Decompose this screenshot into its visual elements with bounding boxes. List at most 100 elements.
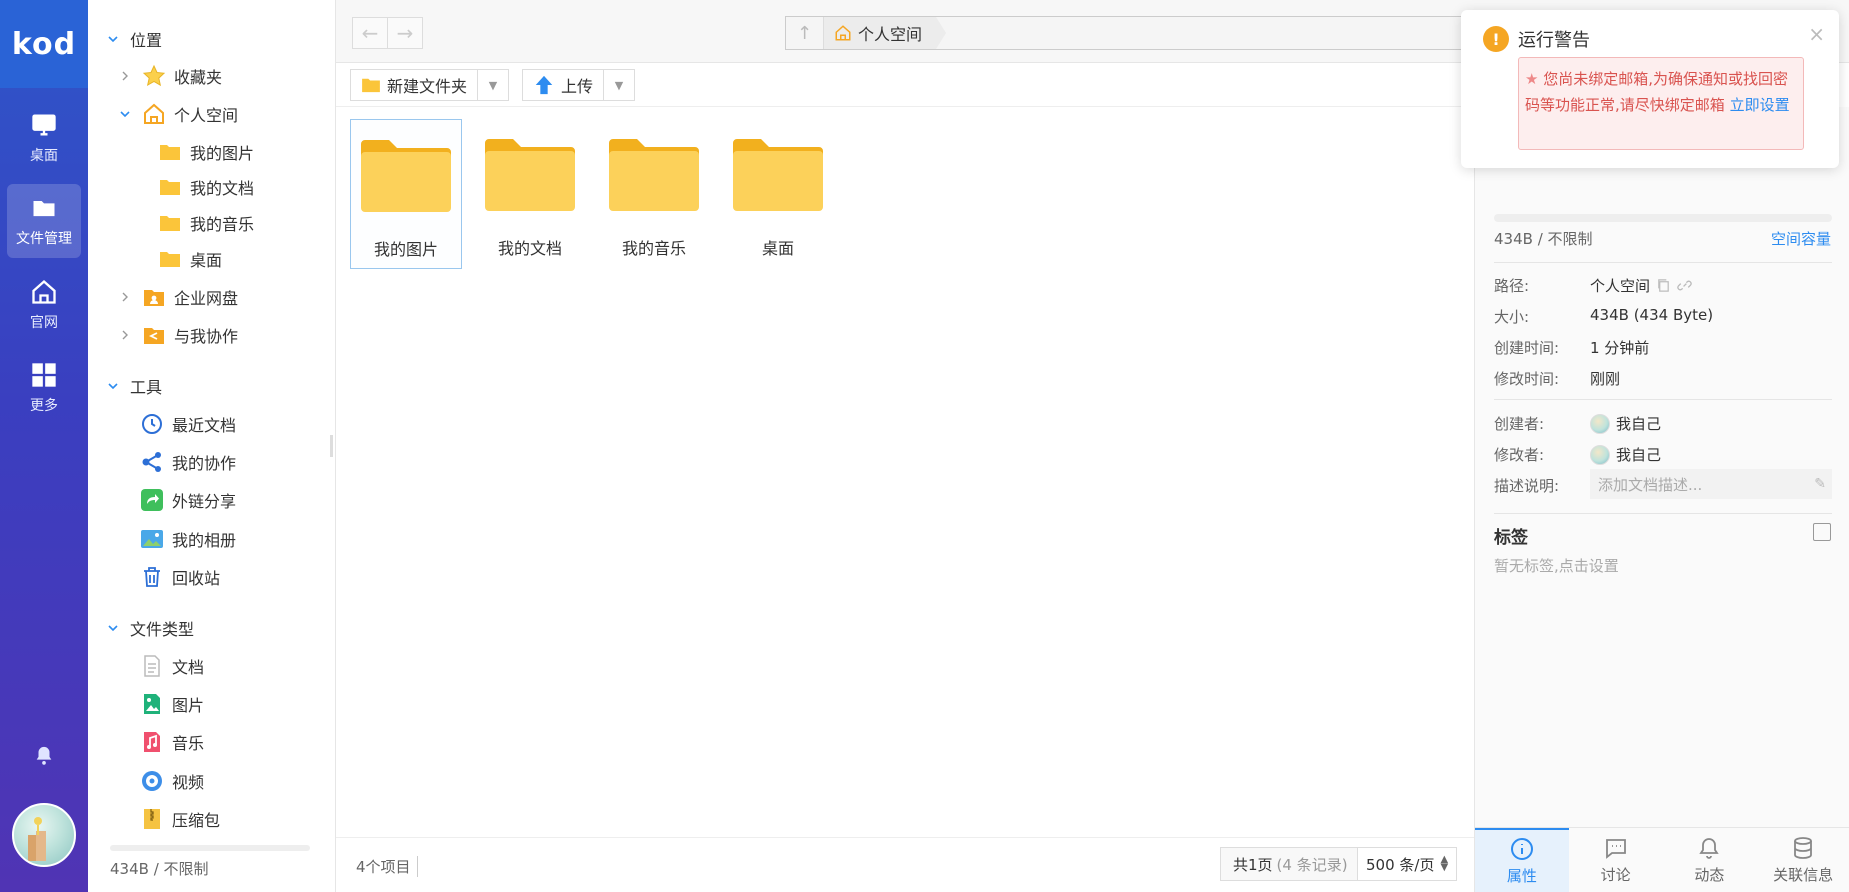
section-header-file-types[interactable]: 文件类型 [106, 612, 194, 644]
upload-button[interactable]: 上传 [523, 70, 605, 100]
tree-item-recent[interactable]: 最近文档 [140, 408, 236, 440]
description-input[interactable]: 添加文档描述... ✎ [1590, 469, 1832, 499]
pagination[interactable]: 共1页 (4 条记录) [1220, 847, 1361, 881]
prop-value[interactable]: 个人空间 [1590, 275, 1650, 296]
tree-item-my-pictures[interactable]: 我的图片 [158, 136, 254, 168]
page-total: 共1页 [1233, 855, 1273, 874]
section-header-location[interactable]: 位置 [106, 23, 162, 55]
tab-properties[interactable]: 属性 [1475, 828, 1569, 892]
section-header-tools[interactable]: 工具 [106, 370, 162, 402]
album-icon [141, 530, 163, 548]
tree-item-label: 我的协作 [172, 454, 237, 473]
tree-item-type-music[interactable]: 音乐 [140, 726, 204, 758]
new-folder-button[interactable]: 新建文件夹 [351, 70, 479, 100]
rail-item-more[interactable]: 更多 [7, 351, 81, 425]
tree-item-my-collab[interactable]: 我的协作 [140, 446, 236, 478]
breadcrumb-item[interactable]: 个人空间 [824, 17, 946, 49]
file-item[interactable]: 我的图片 [350, 119, 462, 269]
tab-label: 动态 [1694, 865, 1725, 884]
folder-icon [160, 216, 180, 231]
forward-button[interactable]: → [387, 17, 423, 49]
sidebar-tree: 位置 收藏夹 个人空间 我的图片 我的文档 我的音乐 桌面 企业网盘 与我协作 … [88, 0, 336, 892]
tree-item-label: 我的相册 [172, 531, 237, 550]
tree-item-link-share[interactable]: 外链分享 [140, 484, 236, 516]
monitor-icon [32, 114, 56, 136]
tree-item-recycle-bin[interactable]: 回收站 [140, 561, 220, 593]
toast-title: 运行警告 [1518, 30, 1590, 51]
prop-key: 创建时间: [1494, 339, 1560, 357]
folder-icon [733, 139, 823, 211]
bind-email-link[interactable]: 立即设置 [1730, 96, 1790, 114]
notification-bell-icon[interactable] [33, 745, 55, 767]
share-link-icon [141, 489, 163, 511]
tree-item-type-zip[interactable]: 压缩包 [140, 803, 220, 835]
up-button[interactable]: ↑ [786, 17, 824, 49]
prop-value: 1 分钟前 [1590, 339, 1650, 357]
back-button[interactable]: ← [352, 17, 388, 49]
prop-key: 路径: [1494, 277, 1530, 295]
user-avatar[interactable] [12, 803, 76, 867]
tree-item-label: 最近文档 [172, 416, 237, 435]
page-size-select[interactable]: 500 条/页 ▲ ▼ [1357, 847, 1458, 881]
divider [1494, 513, 1832, 514]
tree-item-desktop[interactable]: 桌面 [158, 243, 222, 275]
page-size-value: 500 条/页 [1366, 855, 1435, 874]
file-item[interactable]: 桌面 [722, 119, 834, 269]
folder-icon [160, 180, 180, 195]
tree-item-personal-space[interactable]: 个人空间 [118, 98, 238, 130]
arrow-left-icon: ← [361, 21, 379, 45]
tree-item-enterprise-drive[interactable]: 企业网盘 [118, 281, 238, 313]
app-logo[interactable]: kod [0, 0, 88, 88]
tree-item-label: 个人空间 [174, 106, 239, 125]
file-grid: 我的图片 我的文档 我的音乐 桌面 [336, 107, 1474, 837]
tab-activity[interactable]: 动态 [1663, 828, 1757, 892]
comment-icon [1605, 838, 1626, 859]
video-icon [142, 771, 162, 791]
copy-icon[interactable] [1656, 278, 1671, 293]
tree-item-album[interactable]: 我的相册 [140, 523, 236, 555]
tags-empty-text[interactable]: 暂无标签,点击设置 [1494, 555, 1619, 576]
tree-item-label: 回收站 [172, 569, 221, 588]
prop-key: 大小: [1494, 308, 1530, 326]
property-panel: 434B / 不限制 空间容量 路径: 个人空间 大小: 434B (434 B… [1474, 107, 1849, 892]
tree-item-shared-with-me[interactable]: 与我协作 [118, 319, 238, 351]
tag-settings-icon[interactable] [1813, 523, 1831, 541]
close-icon[interactable]: × [1808, 22, 1825, 46]
prop-key: 修改者: [1494, 446, 1545, 464]
status-bar: 4个项目 共1页 (4 条记录) 500 条/页 ▲ ▼ [336, 837, 1474, 892]
chevron-right-icon [122, 71, 128, 81]
sidebar-resize-handle[interactable] [330, 435, 333, 457]
chevron-right-icon [122, 292, 128, 302]
rail-item-website[interactable]: 官网 [7, 268, 81, 342]
folder-icon [485, 139, 575, 211]
file-name: 我的文档 [497, 239, 562, 258]
tree-item-favorites[interactable]: 收藏夹 [118, 60, 222, 92]
section-label: 文件类型 [130, 620, 195, 639]
chevron-down-icon [120, 111, 130, 118]
collab-icon [142, 452, 161, 472]
tree-item-type-video[interactable]: 视频 [140, 765, 204, 797]
tree-item-my-music[interactable]: 我的音乐 [158, 207, 254, 239]
upload-dropdown[interactable]: ▼ [604, 79, 634, 92]
image-icon [144, 694, 160, 714]
rail-item-desktop[interactable]: 桌面 [7, 101, 81, 175]
warning-toast: ! 运行警告 × ★ 您尚未绑定邮箱,为确保通知或找回密码等功能正常,请尽快绑定… [1461, 10, 1839, 168]
new-folder-dropdown[interactable]: ▼ [478, 79, 508, 92]
edit-pen-icon: ✎ [1814, 476, 1826, 492]
space-usage-bar [1494, 214, 1832, 222]
tree-item-label: 我的图片 [190, 144, 255, 163]
tree-item-my-documents[interactable]: 我的文档 [158, 171, 254, 203]
file-item[interactable]: 我的文档 [474, 119, 586, 269]
tab-discussion[interactable]: 讨论 [1569, 828, 1663, 892]
tree-item-type-image[interactable]: 图片 [140, 688, 204, 720]
rail-item-label: 更多 [30, 398, 58, 414]
link-icon[interactable] [1677, 278, 1692, 293]
rail-item-files[interactable]: 文件管理 [7, 184, 81, 258]
upload-arrow-icon [535, 75, 553, 95]
doc-icon [144, 655, 160, 677]
tree-item-type-doc[interactable]: 文档 [140, 650, 204, 682]
file-item[interactable]: 我的音乐 [598, 119, 710, 269]
tab-related[interactable]: 关联信息 [1756, 828, 1849, 892]
space-capacity-link[interactable]: 空间容量 [1771, 228, 1831, 249]
divider [1494, 399, 1832, 400]
